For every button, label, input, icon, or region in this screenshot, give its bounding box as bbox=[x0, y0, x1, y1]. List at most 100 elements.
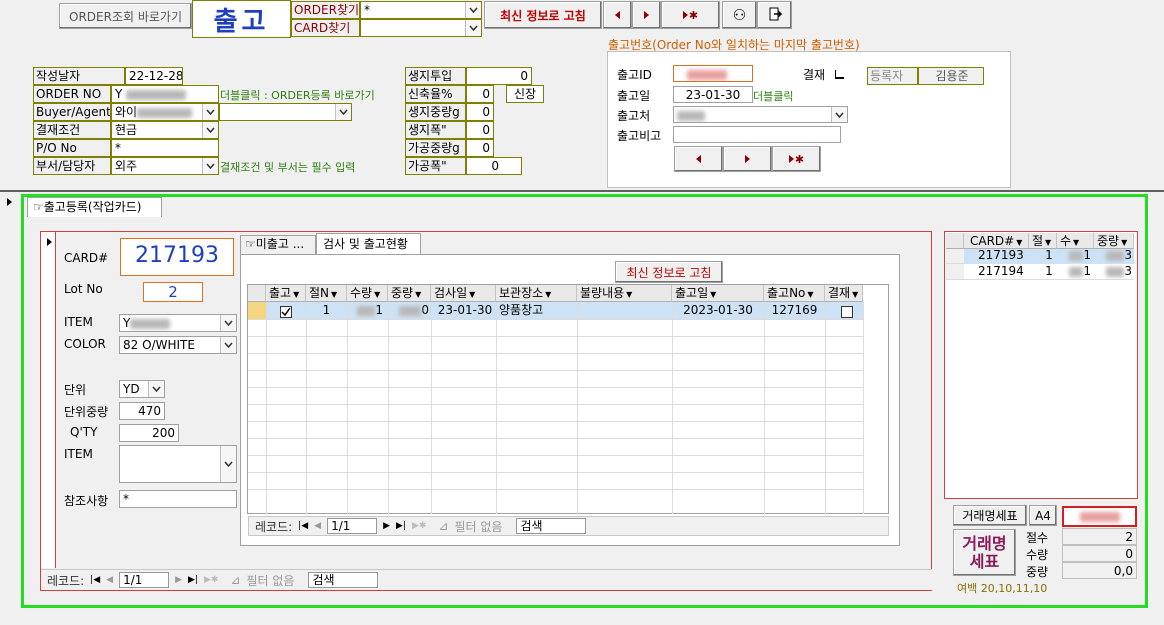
shrink-field[interactable]: 0 bbox=[466, 85, 494, 103]
gweight-field[interactable]: 0 bbox=[466, 103, 494, 121]
item-combo[interactable]: Y bbox=[119, 314, 237, 332]
a4-button[interactable]: A4 bbox=[1029, 505, 1057, 526]
grid-header-corner[interactable] bbox=[248, 285, 266, 302]
first-record-icon[interactable]: |◀ bbox=[90, 575, 100, 585]
order-find-combo[interactable]: * bbox=[360, 1, 482, 19]
shipment-id-field[interactable] bbox=[673, 65, 753, 82]
cell-ship-no[interactable]: 127169 bbox=[764, 302, 825, 319]
dest-combo[interactable] bbox=[673, 106, 848, 123]
chevron-down-icon[interactable] bbox=[220, 337, 236, 353]
chevron-down-icon[interactable] bbox=[465, 2, 481, 18]
tab-unshipped[interactable]: ☞미출고 ... bbox=[240, 235, 316, 254]
shipped-checkbox[interactable] bbox=[280, 304, 292, 318]
lot-no-field[interactable]: 2 bbox=[143, 282, 203, 302]
chevron-down-icon[interactable] bbox=[220, 446, 236, 482]
chevron-down-icon[interactable] bbox=[148, 381, 164, 397]
statement-button[interactable]: 거래명세표 bbox=[953, 505, 1027, 526]
payment-checkbox[interactable] bbox=[835, 70, 844, 79]
next-record-icon[interactable]: ▶ bbox=[383, 521, 390, 531]
chevron-down-icon[interactable] bbox=[335, 104, 351, 120]
exit-button[interactable] bbox=[757, 1, 792, 29]
card-record-selector[interactable] bbox=[41, 232, 56, 568]
order-no-field[interactable]: Y bbox=[111, 85, 219, 103]
col-header-ship-date[interactable]: 출고일 ▼ bbox=[672, 285, 764, 302]
date-field[interactable]: 22-12-28 bbox=[125, 67, 183, 85]
approved-checkbox[interactable] bbox=[841, 304, 853, 318]
order-lookup-goto-button[interactable]: ORDER조회 바로가기 bbox=[59, 3, 192, 29]
cards-header-corner[interactable] bbox=[946, 233, 964, 249]
statement-big-button[interactable]: 거래명 세표 bbox=[953, 529, 1016, 576]
row-selector[interactable] bbox=[946, 249, 964, 264]
cell-qty[interactable]: 1 bbox=[1057, 248, 1091, 263]
chevron-down-icon[interactable] bbox=[220, 315, 236, 331]
col-header-location[interactable]: 보관장소 ▼ bbox=[496, 285, 577, 302]
next-record-button[interactable] bbox=[632, 1, 661, 29]
cell-location[interactable]: 양품창고 bbox=[499, 302, 577, 319]
cell-weight[interactable]: 3 bbox=[1094, 248, 1132, 263]
terms-combo[interactable]: 현금 bbox=[111, 121, 219, 139]
chevron-down-icon[interactable] bbox=[202, 122, 218, 138]
row-selector[interactable] bbox=[248, 302, 266, 319]
cell-card[interactable]: 217194 bbox=[978, 264, 1028, 279]
ship-prev-button[interactable] bbox=[674, 146, 723, 172]
prev-record-icon[interactable]: ◀ bbox=[106, 575, 113, 585]
dept-combo[interactable]: 외주 bbox=[111, 157, 219, 175]
refresh-button[interactable]: 최신 정보로 고침 bbox=[484, 1, 602, 29]
find-button[interactable]: ⚇ bbox=[722, 1, 757, 29]
cell-inspect-date[interactable]: 23-01-30 bbox=[431, 302, 499, 319]
record-position-field[interactable]: 1/1 bbox=[119, 572, 170, 588]
memo-field[interactable]: * bbox=[119, 490, 237, 508]
gwidth-field[interactable]: 0 bbox=[466, 121, 494, 139]
col-header-ship-no[interactable]: 출고No ▼ bbox=[764, 285, 825, 302]
pwidth-field[interactable]: 0 bbox=[466, 157, 522, 175]
prev-record-icon[interactable]: ◀ bbox=[314, 521, 321, 531]
item2-combo[interactable] bbox=[119, 445, 237, 483]
po-field[interactable]: * bbox=[111, 139, 219, 157]
last-record-icon[interactable]: ▶| bbox=[188, 575, 198, 585]
col-header-seq[interactable]: 절N ▼ bbox=[306, 285, 347, 302]
search-box[interactable]: 검색 bbox=[308, 572, 379, 588]
cell-ship-date[interactable]: 2023-01-30 bbox=[672, 302, 764, 319]
cell-weight[interactable]: 0 bbox=[388, 302, 429, 319]
ship-date-field[interactable]: 23-01-30 bbox=[673, 86, 753, 103]
color-combo[interactable]: 82 O/WHITE bbox=[119, 336, 237, 354]
search-box[interactable]: 검색 bbox=[516, 518, 587, 534]
agent-combo[interactable] bbox=[219, 103, 352, 121]
stretch-field[interactable]: 신장 bbox=[506, 85, 544, 103]
cell-seq[interactable]: 1 bbox=[306, 302, 347, 319]
buyer-combo[interactable]: 와이 bbox=[111, 103, 219, 121]
new-record-icon[interactable]: ▶✱ bbox=[412, 521, 426, 531]
cell-weight[interactable]: 3 bbox=[1094, 264, 1132, 279]
ship-note-field[interactable] bbox=[673, 126, 841, 143]
chevron-down-icon[interactable] bbox=[202, 104, 218, 120]
card-find-combo[interactable] bbox=[360, 19, 482, 37]
record-selector-icon[interactable] bbox=[7, 195, 12, 209]
filter-icon[interactable]: ⊿ bbox=[438, 519, 448, 533]
chevron-down-icon[interactable] bbox=[202, 158, 218, 174]
ship-next-button[interactable] bbox=[723, 146, 772, 172]
qty-field[interactable]: 200 bbox=[119, 424, 179, 442]
invoice-redacted-field[interactable] bbox=[1062, 506, 1137, 527]
filter-icon[interactable]: ⊿ bbox=[230, 573, 240, 587]
last-record-icon[interactable]: ▶| bbox=[396, 521, 406, 531]
chevron-down-icon[interactable] bbox=[831, 107, 847, 122]
cards-col-card[interactable]: CARD# ▼ bbox=[964, 233, 1029, 249]
prev-record-button[interactable] bbox=[603, 1, 632, 29]
col-header-shipped[interactable]: 출고 ▼ bbox=[266, 285, 306, 302]
cell-qty[interactable]: 1 bbox=[347, 302, 383, 319]
next-record-icon[interactable]: ▶ bbox=[175, 575, 182, 585]
col-header-inspect-date[interactable]: 검사일 ▼ bbox=[431, 285, 496, 302]
ship-new-button[interactable]: ✱ bbox=[772, 146, 821, 172]
new-record-icon[interactable]: ▶✱ bbox=[204, 575, 218, 585]
col-header-defect[interactable]: 불량내용 ▼ bbox=[577, 285, 672, 302]
pweight-field[interactable]: 0 bbox=[466, 139, 494, 157]
cards-col-seq[interactable]: 절 ▼ bbox=[1029, 233, 1057, 249]
row-selector[interactable] bbox=[946, 264, 964, 279]
tab-inspection[interactable]: 검사 및 출고현황 bbox=[316, 233, 421, 255]
col-header-weight[interactable]: 중량 ▼ bbox=[388, 285, 431, 302]
inspect-refresh-button[interactable]: 최신 정보로 고침 bbox=[615, 261, 723, 283]
new-record-button[interactable]: ✱ bbox=[661, 1, 720, 29]
cards-col-weight[interactable]: 중량 ▼ bbox=[1094, 233, 1134, 249]
cell-qty[interactable]: 1 bbox=[1057, 264, 1091, 279]
cards-col-qty[interactable]: 수 ▼ bbox=[1057, 233, 1094, 249]
